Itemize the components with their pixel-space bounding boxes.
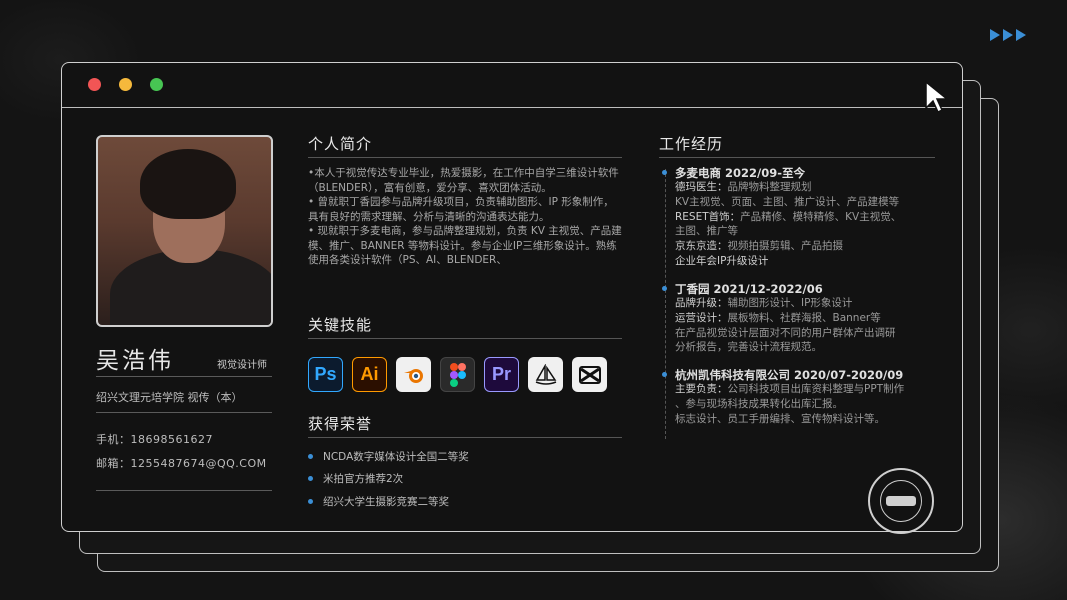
seal-badge-icon — [868, 468, 934, 534]
profile-photo — [96, 135, 273, 327]
intro-paragraph: •本人于视觉传达专业毕业，热爱摄影，在工作中自学三维设计软件（BLENDER），… — [308, 167, 619, 194]
job-details: 主要负责：公司科技项目出库资料整理与PPT制作 、参与现场科技成果转化出库汇报。… — [675, 383, 905, 425]
profile-phone: 手机：18698561627 — [96, 433, 213, 446]
intro-text: •本人于视觉传达专业毕业，热爱摄影，在工作中自学三维设计软件（BLENDER），… — [308, 166, 624, 268]
experience-title: 工作经历 — [659, 135, 724, 153]
skills-list: Ps Ai Pr — [308, 357, 607, 392]
profile-school: 绍兴文理元培学院 视传（本） — [96, 391, 243, 404]
job-entry: 多麦电商 2022/09-至今 德玛医生：品牌物料整理规划 KV主视觉、页面、主… — [662, 165, 945, 269]
figma-icon — [440, 357, 475, 392]
job-header: 多麦电商 2022/09-至今 — [662, 165, 945, 180]
capcut-icon — [572, 357, 607, 392]
job-header: 丁香园 2021/12-2022/06 — [662, 281, 945, 296]
window-titlebar — [62, 63, 962, 108]
bullet-icon — [308, 453, 313, 459]
divider — [96, 412, 272, 413]
profile-name: 吴浩伟 — [96, 348, 174, 374]
intro-paragraph: • 曾就职丁香园参与品牌升级项目，负责辅助图形、IP 形象制作，具有良好的需求理… — [308, 196, 614, 223]
bullet-icon — [662, 170, 667, 175]
divider — [308, 157, 622, 158]
bullet-icon — [308, 476, 313, 482]
list-item: 绍兴大学生摄影竞赛二等奖 — [308, 490, 469, 513]
close-button[interactable] — [88, 78, 101, 91]
divider — [96, 376, 272, 377]
job-details: 品牌升级：辅助图形设计、IP形象设计 运营设计：展板物料、社群海报、Banner… — [675, 297, 896, 354]
bullet-icon — [308, 498, 313, 504]
honors-list: NCDA数字媒体设计全国二等奖 米拍官方推荐2次 绍兴大学生摄影竞赛二等奖 — [308, 445, 469, 513]
job-header: 杭州凯伟科技有限公司 2020/07-2020/09 — [662, 367, 945, 382]
maximize-button[interactable] — [150, 78, 163, 91]
list-item: 米拍官方推荐2次 — [308, 468, 469, 491]
divider — [308, 338, 622, 339]
photoshop-icon: Ps — [308, 357, 343, 392]
mouse-cursor-icon — [925, 80, 950, 114]
divider — [659, 157, 935, 158]
skills-title: 关键技能 — [308, 316, 373, 334]
job-entry: 丁香园 2021/12-2022/06 品牌升级：辅助图形设计、IP形象设计 运… — [662, 281, 945, 355]
midjourney-icon — [528, 357, 563, 392]
job-details: 德玛医生：品牌物料整理规划 KV主视觉、页面、主图、推广设计、产品建模等 RES… — [675, 181, 902, 267]
intro-title: 个人简介 — [308, 135, 373, 153]
job-entry: 杭州凯伟科技有限公司 2020/07-2020/09 主要负责：公司科技项目出库… — [662, 367, 945, 426]
blender-icon — [396, 357, 431, 392]
intro-paragraph: • 现就职于多麦电商，参与品牌整理规划，负责 KV 主视觉、产品建模、推广、BA… — [308, 225, 622, 266]
bullet-icon — [662, 286, 667, 291]
illustrator-icon: Ai — [352, 357, 387, 392]
profile-email: 邮箱：1255487674@QQ.COM — [96, 457, 267, 470]
premiere-icon: Pr — [484, 357, 519, 392]
honors-title: 获得荣誉 — [308, 415, 373, 433]
divider — [308, 437, 622, 438]
forward-arrows-icon — [990, 29, 1026, 41]
divider — [96, 490, 272, 491]
profile-role: 视觉设计师 — [217, 360, 267, 371]
resume-window: 吴浩伟 视觉设计师 绍兴文理元培学院 视传（本） 手机：18698561627 … — [61, 62, 963, 532]
list-item: NCDA数字媒体设计全国二等奖 — [308, 445, 469, 468]
minimize-button[interactable] — [119, 78, 132, 91]
bullet-icon — [662, 372, 667, 377]
